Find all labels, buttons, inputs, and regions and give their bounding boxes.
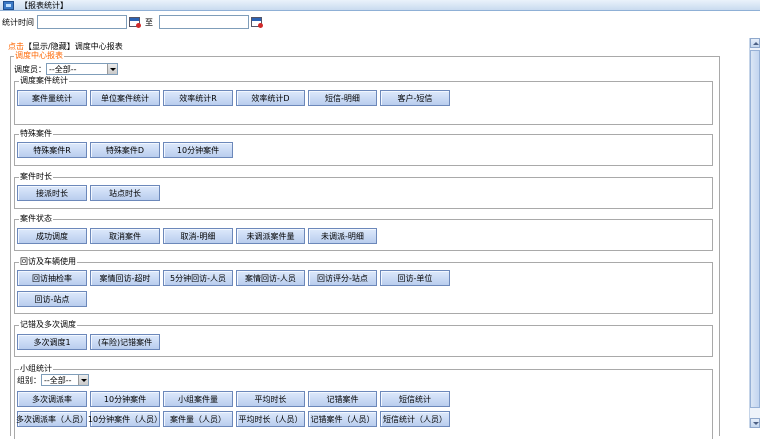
team-label: 组别： [17,375,41,385]
success-dispatch-button[interactable]: 成功调度 [17,228,87,244]
special-d-button[interactable]: 特殊案件D [90,142,160,158]
sms-detail-button[interactable]: 短信-明细 [308,90,377,106]
ten-minute-case-button[interactable]: 10分钟案件 [163,142,233,158]
chevron-down-icon[interactable] [78,375,88,385]
cancel-case-button[interactable]: 取消案件 [90,228,160,244]
time-filter-row: 统计时间 至 [2,14,265,30]
case-duration-legend: 案件时长 [19,171,53,182]
case-revisit-timeout-button[interactable]: 案情回访-超时 [90,270,160,286]
team-value: --全部-- [44,375,72,385]
end-time-input[interactable] [159,15,249,29]
team-multi-dispatch-rate-button[interactable]: 多次调派率 [17,391,87,407]
chevron-down-icon[interactable] [107,64,117,74]
team-select-row: 组别： --全部-- [17,374,89,386]
dispatcher-label: 调度员： [14,64,46,74]
team-error-case-button[interactable]: 记错案件 [308,391,377,407]
car-insurance-error-button[interactable]: (车险)记错案件 [90,334,160,350]
multi-dispatch-button[interactable]: 多次调度1 [17,334,87,350]
team-sms-stats-button[interactable]: 短信统计 [380,391,450,407]
vertical-scrollbar[interactable] [749,38,760,428]
team-average-duration-button[interactable]: 平均时长 [236,391,305,407]
window-titlebar: 【报表统计】 [0,0,760,11]
undispatched-volume-button[interactable]: 未调派案件量 [236,228,305,244]
panel-legend: 调度中心报表 [14,50,64,61]
scroll-thumb[interactable] [750,50,760,408]
staff-sms-stats-button[interactable]: 短信统计（人员） [380,411,450,427]
staff-ten-minute-button[interactable]: 10分钟案件（人员） [88,411,162,427]
staff-multi-dispatch-rate-button[interactable]: 多次调派率（人员） [16,411,88,427]
calendar-icon[interactable] [129,17,141,28]
efficiency-r-button[interactable]: 效率统计R [163,90,233,106]
unit-case-button[interactable]: 单位案件统计 [90,90,160,106]
station-duration-button[interactable]: 站点时长 [90,185,160,201]
five-minute-revisit-staff-button[interactable]: 5分钟回访-人员 [163,270,233,286]
report-window-icon [3,0,14,10]
efficiency-d-button[interactable]: 效率统计D [236,90,305,106]
case-status-legend: 案件状态 [19,213,53,224]
calendar-icon[interactable] [251,17,263,28]
revisit-score-station-button[interactable]: 回访评分-站点 [308,270,377,286]
revisit-legend: 回访及车辆使用 [19,256,77,267]
undispatched-detail-button[interactable]: 未调派-明细 [308,228,377,244]
scroll-down-icon[interactable] [750,418,760,428]
dispatch-duration-button[interactable]: 接派时长 [17,185,87,201]
special-r-button[interactable]: 特殊案件R [17,142,87,158]
team-ten-minute-button[interactable]: 10分钟案件 [90,391,160,407]
revisit-station-button[interactable]: 回访-站点 [17,291,87,307]
team-stats-legend: 小组统计 [19,363,53,374]
revisit-sampling-button[interactable]: 回访抽检率 [17,270,87,286]
dispatcher-value: --全部-- [49,64,77,74]
dispatcher-select[interactable]: --全部-- [46,63,118,75]
dispatcher-row: 调度员： --全部-- [14,63,118,75]
team-case-volume-button[interactable]: 小组案件量 [163,391,233,407]
team-select[interactable]: --全部-- [41,374,89,386]
to-label: 至 [145,17,153,27]
scroll-up-icon[interactable] [750,38,760,48]
revisit-unit-button[interactable]: 回访-单位 [380,270,450,286]
case-revisit-staff-button[interactable]: 案情回访-人员 [236,270,305,286]
case-volume-button[interactable]: 案件量统计 [17,90,87,106]
special-case-legend: 特殊案件 [19,128,53,139]
staff-error-case-button[interactable]: 记错案件（人员） [308,411,377,427]
customer-sms-button[interactable]: 客户-短信 [380,90,450,106]
start-time-input[interactable] [37,15,127,29]
time-label: 统计时间 [2,17,34,27]
records-legend: 记错及多次调度 [19,319,77,330]
cancel-detail-button[interactable]: 取消-明细 [163,228,233,244]
staff-case-volume-button[interactable]: 案件量（人员） [163,411,233,427]
case-stats-legend: 调度案件统计 [19,75,69,86]
staff-average-duration-button[interactable]: 平均时长（人员） [236,411,305,427]
window-title: 【报表统计】 [20,0,68,10]
